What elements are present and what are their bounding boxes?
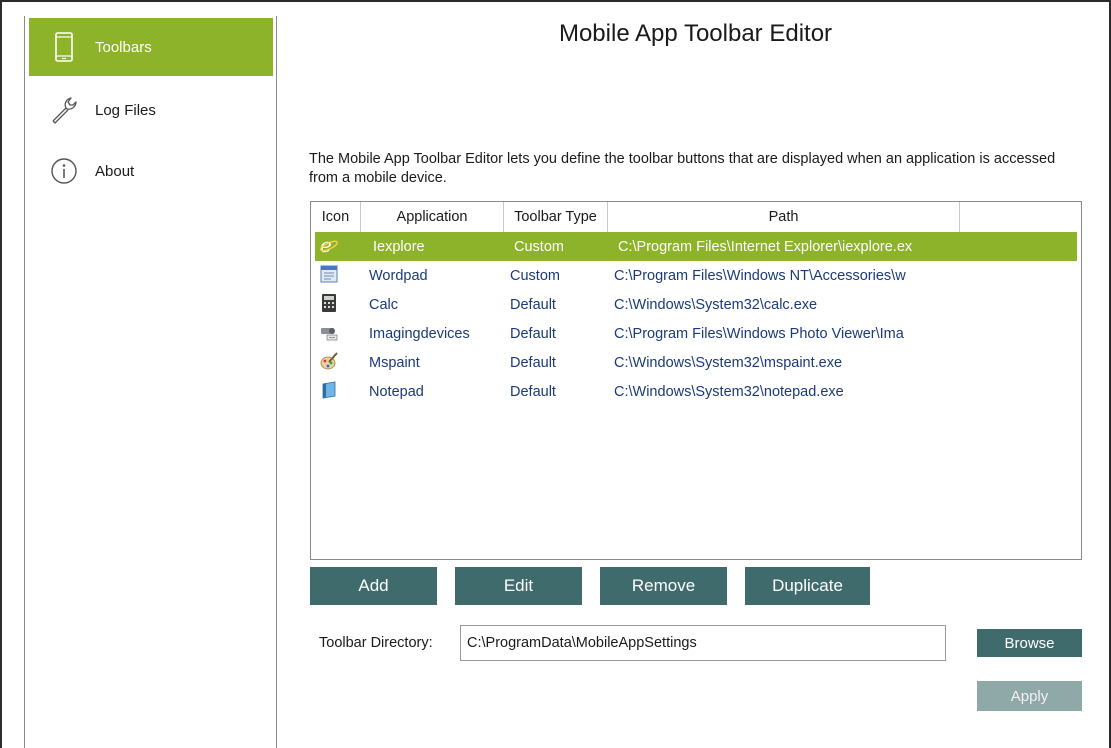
svg-text:e: e: [320, 235, 332, 255]
cell-toolbar-type: Default: [510, 296, 556, 313]
column-header-icon[interactable]: Icon: [311, 202, 361, 232]
remove-button[interactable]: Remove: [600, 567, 727, 605]
cell-toolbar-type: Default: [510, 383, 556, 400]
wrench-icon: [49, 95, 79, 125]
table-header: Icon Application Toolbar Type Path: [311, 202, 1081, 232]
sidebar-item-label: About: [95, 162, 135, 180]
toolbar-directory-input[interactable]: [460, 625, 946, 661]
page-description: The Mobile App Toolbar Editor lets you d…: [309, 151, 1056, 186]
app-window: Toolbars Log Files About Mobile App Tool…: [0, 0, 1111, 748]
cell-toolbar-type: Default: [510, 325, 556, 342]
cell-application: Mspaint: [369, 354, 420, 371]
cell-path: C:\Program Files\Windows NT\Accessories\…: [614, 267, 906, 284]
table-body: e Iexplore Custom C:\Program Files\Inter…: [311, 232, 1081, 406]
page-title: Mobile App Toolbar Editor: [558, 20, 833, 47]
sidebar-item-toolbars[interactable]: Toolbars: [29, 18, 273, 76]
cell-path: C:\Windows\System32\notepad.exe: [614, 383, 844, 400]
cell-path: C:\Program Files\Windows Photo Viewer\Im…: [614, 325, 904, 342]
notepad-icon: [319, 380, 339, 404]
applications-table[interactable]: Icon Application Toolbar Type Path e Iex…: [310, 201, 1082, 560]
cell-toolbar-type: Custom: [514, 238, 564, 255]
sidebar-item-about[interactable]: About: [29, 142, 273, 200]
column-header-filler: [960, 202, 1081, 232]
cell-toolbar-type: Default: [510, 354, 556, 371]
cell-path: C:\Windows\System32\calc.exe: [614, 296, 818, 313]
cell-application: Iexplore: [373, 238, 425, 255]
info-icon: [49, 156, 79, 186]
add-button[interactable]: Add: [310, 567, 437, 605]
sidebar-item-log-files[interactable]: Log Files: [29, 81, 273, 139]
table-row[interactable]: e Iexplore Custom C:\Program Files\Inter…: [315, 232, 1077, 261]
apply-button[interactable]: Apply: [977, 681, 1082, 711]
table-row[interactable]: Notepad Default C:\Windows\System32\note…: [311, 377, 1081, 406]
cell-toolbar-type: Custom: [510, 267, 560, 284]
duplicate-button[interactable]: Duplicate: [745, 567, 870, 605]
cell-application: Notepad: [369, 383, 424, 400]
phone-icon: [49, 32, 79, 62]
cell-path: C:\Program Files\Internet Explorer\iexpl…: [618, 238, 913, 255]
edit-button[interactable]: Edit: [455, 567, 582, 605]
sidebar-item-label: Log Files: [95, 101, 156, 119]
sidebar: Toolbars Log Files About: [24, 16, 277, 748]
browse-button[interactable]: Browse: [977, 629, 1082, 657]
column-header-path[interactable]: Path: [608, 202, 960, 232]
cell-path: C:\Windows\System32\mspaint.exe: [614, 354, 843, 371]
internet-explorer-icon: e: [319, 233, 339, 259]
cell-application: Wordpad: [369, 267, 428, 284]
column-header-toolbar-type[interactable]: Toolbar Type: [504, 202, 608, 232]
wordpad-icon: [319, 264, 339, 288]
calculator-icon: [319, 293, 339, 317]
toolbar-directory-label: Toolbar Directory:: [319, 635, 433, 651]
cell-application: Imagingdevices: [369, 325, 470, 342]
table-row[interactable]: Mspaint Default C:\Windows\System32\mspa…: [311, 348, 1081, 377]
cell-application: Calc: [369, 296, 399, 313]
sidebar-item-label: Toolbars: [95, 38, 152, 56]
table-row[interactable]: Imagingdevices Default C:\Program Files\…: [311, 319, 1081, 348]
table-row[interactable]: Calc Default C:\Windows\System32\calc.ex…: [311, 290, 1081, 319]
column-header-application[interactable]: Application: [361, 202, 504, 232]
imaging-devices-icon: [319, 322, 339, 346]
table-row[interactable]: Wordpad Custom C:\Program Files\Windows …: [311, 261, 1081, 290]
paint-icon: [319, 351, 339, 375]
